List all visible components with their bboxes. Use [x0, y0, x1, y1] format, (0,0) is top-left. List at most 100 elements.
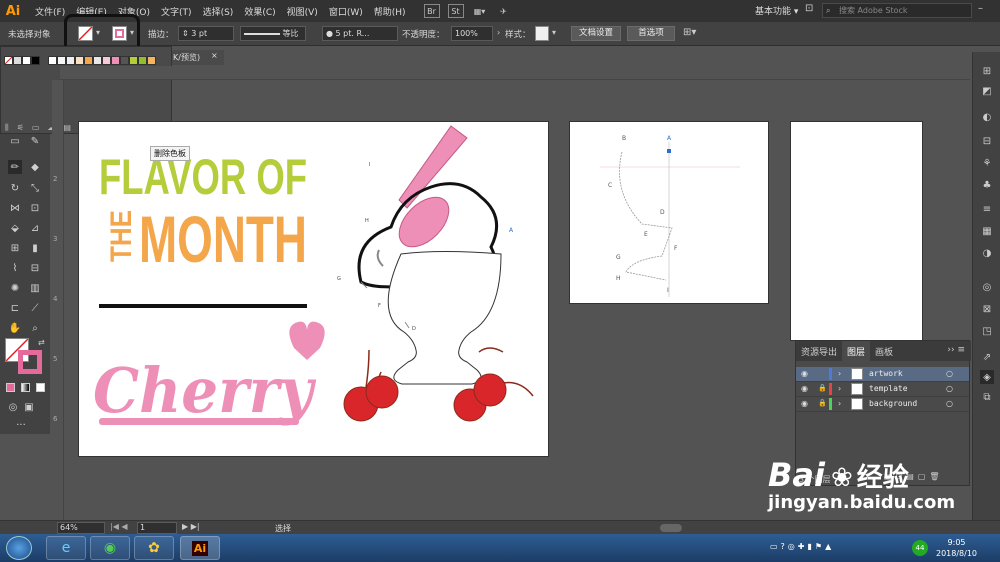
browser-icon[interactable]: ◉ — [90, 536, 130, 560]
width-tool-icon[interactable]: ⋈ — [8, 201, 22, 215]
zoom-tool-icon[interactable]: ⌕ — [28, 321, 42, 335]
swap-colors-icon[interactable]: ⇄ — [38, 338, 45, 347]
swatch-10[interactable] — [129, 56, 138, 65]
appearance-panel-icon[interactable]: ◎ — [980, 280, 994, 294]
eye-icon[interactable]: ◉ — [801, 399, 808, 408]
first-page-icon[interactable]: |◀ ◀ — [110, 522, 128, 531]
swatch-9[interactable] — [120, 56, 129, 65]
tray-badge[interactable]: 44 — [912, 540, 928, 556]
layer-name[interactable]: artwork — [869, 369, 903, 378]
expand-icon[interactable]: › — [838, 399, 841, 408]
document-setup-button[interactable]: 文档设置 — [571, 26, 621, 41]
rectangle-tool-icon[interactable]: ▭ — [8, 134, 22, 148]
menu-file[interactable]: 文件(F) — [35, 5, 65, 18]
zoom-field[interactable]: 64% — [57, 522, 105, 534]
variable-width-profile[interactable]: 等比 — [240, 26, 306, 41]
gradient-panel-icon[interactable]: ▦ — [980, 224, 994, 238]
transparency-panel-icon[interactable]: ◑ — [980, 246, 994, 260]
stroke-stepper-icon[interactable]: ⇕ — [182, 29, 191, 38]
links-panel-icon[interactable]: ◩ — [980, 84, 994, 98]
next-page-icon[interactable]: ▶ ▶| — [182, 522, 200, 531]
layer-name[interactable]: background — [869, 399, 917, 408]
menu-select[interactable]: 选择(S) — [203, 5, 234, 18]
perspective-grid-icon[interactable]: ⊿ — [28, 221, 42, 235]
artboard-tool-icon[interactable]: ⊏ — [8, 301, 22, 315]
swatch-1[interactable] — [48, 56, 57, 65]
app-icon[interactable]: ✿ — [134, 536, 174, 560]
swatch-white[interactable] — [22, 56, 31, 65]
free-transform-icon[interactable]: ⊡ — [28, 201, 42, 215]
menu-view[interactable]: 视图(V) — [287, 5, 318, 18]
symbols-icon[interactable]: ♣ — [980, 178, 994, 192]
swatch-7[interactable] — [102, 56, 111, 65]
graphic-style-swatch[interactable] — [535, 26, 549, 41]
asset-export-icon[interactable]: ⇗ — [980, 350, 994, 364]
new-color-group-icon[interactable]: ▤ — [63, 123, 71, 133]
swatch-registration[interactable] — [13, 56, 22, 65]
artboard-main[interactable]: FLAVOR OF THE MONTH Cherry I H G F D A — [78, 121, 549, 457]
stroke-panel-icon[interactable]: ≡ — [980, 202, 994, 216]
artboard-background[interactable] — [790, 121, 923, 341]
layer-row-background[interactable]: ◉ 🔒 › background ○ — [796, 397, 969, 412]
brushes-icon[interactable]: ⚘ — [980, 156, 994, 170]
swatch-library-icon[interactable]: ⫼ — [5, 123, 9, 133]
panel-menu-icon[interactable]: ›› ≡ — [941, 341, 971, 361]
layers-panel-icon[interactable]: ◈ — [980, 370, 994, 384]
tab-artboards[interactable]: 画板 — [870, 341, 898, 361]
screen-mode-icon[interactable]: ▣ — [22, 400, 36, 414]
rotate-tool-icon[interactable]: ↻ — [8, 181, 22, 195]
target-icon[interactable]: ○ — [946, 384, 953, 393]
color-mode-icon[interactable] — [6, 383, 15, 392]
gpu-icon[interactable]: ✈ — [496, 4, 512, 18]
scale-tool-icon[interactable]: ⤡ — [28, 181, 42, 195]
layer-name[interactable]: template — [869, 384, 908, 393]
illustrator-taskbar-button[interactable]: Ai — [180, 536, 220, 560]
pathfinder-panel-icon[interactable]: ◳ — [980, 324, 994, 338]
symbol-sprayer-icon[interactable]: ✺ — [8, 281, 22, 295]
artboard-number-field[interactable]: 1 — [137, 522, 177, 534]
stroke-weight-field[interactable]: ⇕ 3 pt — [178, 26, 234, 41]
stock-icon[interactable]: St — [447, 4, 464, 18]
eye-icon[interactable]: ◉ — [801, 384, 808, 393]
swatch-options-icon[interactable]: ▭ — [32, 123, 40, 133]
menu-window[interactable]: 窗口(W) — [329, 5, 363, 18]
swatch-4[interactable] — [75, 56, 84, 65]
arrange-documents-icon[interactable]: ▦▾ — [472, 4, 488, 18]
close-tab-icon[interactable]: × — [211, 51, 218, 60]
gradient-mode-icon[interactable] — [21, 383, 30, 392]
none-mode-icon[interactable] — [36, 383, 45, 392]
workspace-switcher[interactable]: 基本功能 ▾ — [755, 4, 798, 17]
slice-tool-icon[interactable]: ⟋ — [28, 301, 42, 315]
mesh-tool-icon[interactable]: ⊞ — [8, 241, 22, 255]
pencil-tool-icon[interactable]: ✏ — [8, 160, 22, 174]
stock-search-input[interactable]: ⌕ 搜索 Adobe Stock — [822, 3, 972, 18]
draw-normal-icon[interactable]: ◎ — [6, 400, 20, 414]
eye-icon[interactable]: ◉ — [801, 369, 808, 378]
menu-help[interactable]: 帮助(H) — [374, 5, 406, 18]
swatch-3[interactable] — [66, 56, 75, 65]
tab-layers[interactable]: 图层 — [842, 341, 871, 361]
bridge-icon[interactable]: Br — [423, 4, 440, 18]
start-button[interactable] — [6, 536, 32, 560]
column-graph-icon[interactable]: ▥ — [28, 281, 42, 295]
artboards-panel-icon[interactable]: ⊞ — [980, 64, 994, 78]
stock-panel-icon[interactable]: ⊡ — [805, 3, 813, 14]
target-icon[interactable]: ○ — [946, 369, 953, 378]
preferences-button[interactable]: 首选项 — [627, 26, 675, 41]
target-icon[interactable]: ○ — [946, 399, 953, 408]
shape-builder-icon[interactable]: ⬙ — [8, 221, 22, 235]
align-icon[interactable]: ⊞▾ — [683, 27, 696, 38]
tray-icons[interactable]: ▭?◎✚▮⚑▲ — [770, 542, 834, 551]
artboard-template[interactable]: A B C D E F G H I — [569, 121, 769, 304]
menu-effect[interactable]: 效果(C) — [244, 5, 275, 18]
lock-icon[interactable]: 🔒 — [818, 384, 827, 392]
menu-type[interactable]: 文字(T) — [161, 5, 192, 18]
swatch-black[interactable] — [31, 56, 40, 65]
swatch-8[interactable] — [111, 56, 120, 65]
stroke-color-box[interactable] — [18, 350, 42, 374]
graphic-styles-icon[interactable]: ◐ — [980, 110, 994, 124]
hand-tool-icon[interactable]: ✋ — [8, 321, 22, 335]
swatch-5[interactable] — [84, 56, 93, 65]
brush-definition[interactable]: ● 5 pt. R... — [322, 26, 398, 41]
edit-toolbar-icon[interactable]: ··· — [14, 418, 28, 432]
